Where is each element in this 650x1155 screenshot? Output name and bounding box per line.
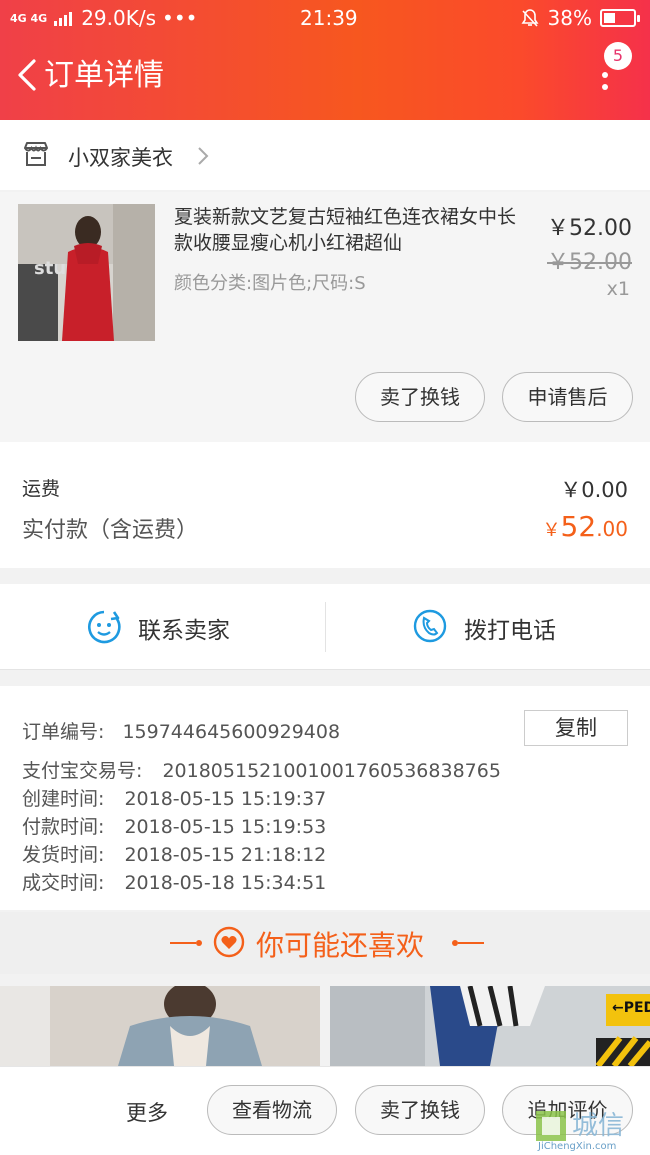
mute-bell-icon: [521, 9, 539, 27]
left-dash-icon: [170, 940, 202, 946]
paid-amount: ￥52.00: [542, 510, 628, 543]
created-time-label: 创建时间:: [22, 788, 105, 810]
status-dots: •••: [162, 6, 198, 30]
bottom-action-bar: 更多 查看物流 卖了换钱 追加评价 城信 JiChengXin.com: [0, 1066, 650, 1155]
product-title[interactable]: 夏装新款文艺复古短袖红色连衣裙女中长款收腰显瘦心机小红裙超仙: [174, 204, 524, 256]
call-phone-label: 拨打电话: [464, 618, 556, 644]
product-original-price: ￥52.00: [547, 250, 632, 275]
product-quantity: x1: [606, 278, 630, 300]
recommend-product-image[interactable]: ←PED: [330, 986, 650, 1066]
contact-section: 联系卖家 拨打电话: [0, 584, 650, 670]
view-logistics-button[interactable]: 查看物流: [207, 1085, 337, 1135]
watermark-logo-text: 城信: [572, 1111, 625, 1141]
sign-text: ←PED: [612, 1000, 650, 1016]
order-number-row: 订单编号: 159744645600929408: [22, 717, 340, 744]
store-icon: [24, 142, 48, 166]
network-speed: 29.0K/s: [81, 6, 157, 30]
paid-label: 实付款（含运费）: [22, 518, 199, 543]
shop-name[interactable]: 小双家美衣: [68, 142, 173, 172]
contact-seller-button[interactable]: 联系卖家: [0, 584, 325, 670]
more-menu-button[interactable]: 5: [588, 40, 638, 100]
heart-icon: [213, 926, 245, 958]
back-arrow-icon[interactable]: [12, 58, 42, 92]
contact-seller-label: 联系卖家: [138, 618, 230, 644]
sell-for-cash-button[interactable]: 卖了换钱: [355, 372, 485, 422]
sell-for-cash-button[interactable]: 卖了换钱: [355, 1085, 485, 1135]
message-badge: 5: [604, 42, 632, 70]
chevron-right-icon: [198, 147, 209, 165]
phone-icon: [413, 609, 447, 643]
right-dash-icon: [452, 940, 484, 946]
product-price: ￥52.00: [547, 216, 632, 241]
status-bar: 4G 4G 29.0K/s ••• 21:39 38%: [0, 0, 650, 34]
shipping-value: ￥0.00: [560, 478, 628, 502]
after-sale-button[interactable]: 申请售后: [502, 372, 633, 422]
done-time-label: 成交时间:: [22, 872, 105, 894]
order-item: stu 夏装新款文艺复古短袖红色连衣裙女中长款收腰显瘦心机小红裙超仙 颜色分类:…: [0, 192, 650, 442]
shipping-label: 运费: [22, 478, 61, 500]
shop-row[interactable]: 小双家美衣: [0, 120, 650, 190]
order-number-label: 订单编号:: [22, 721, 105, 743]
recommend-product-image[interactable]: [0, 986, 320, 1066]
network-indicator: 4G 4G: [10, 11, 48, 25]
shipped-time-row: 发货时间: 2018-05-15 21:18:12: [22, 840, 326, 867]
done-time-row: 成交时间: 2018-05-18 15:34:51: [22, 868, 326, 895]
watermark-logo: 城信 JiChengXin.com: [532, 1107, 648, 1153]
signal-icon: [54, 12, 73, 26]
order-info-section: 订单编号: 159744645600929408 复制 支付宝交易号: 2018…: [0, 686, 650, 910]
battery-percent: 38%: [547, 6, 592, 30]
chat-face-icon: [88, 610, 121, 644]
alipay-row: 支付宝交易号: 2018051521001001760536838765: [22, 756, 501, 783]
alipay-number: 2018051521001001760536838765: [162, 760, 501, 782]
battery-icon: [600, 9, 640, 27]
watermark-text: JiChengXin.com: [538, 1141, 617, 1152]
paid-time-row: 付款时间: 2018-05-15 15:19:53: [22, 812, 326, 839]
fee-section: 运费 ￥0.00 实付款（含运费） ￥52.00: [0, 442, 650, 568]
product-spec: 颜色分类:图片色;尺码:S: [174, 273, 366, 294]
app-header: 4G 4G 29.0K/s ••• 21:39 38% 订单详情 5: [0, 0, 650, 120]
created-time: 2018-05-15 15:19:37: [124, 788, 327, 810]
recommend-header: 你可能还喜欢: [0, 912, 650, 974]
clock: 21:39: [300, 6, 358, 30]
done-time: 2018-05-18 15:34:51: [124, 872, 327, 894]
alipay-label: 支付宝交易号:: [22, 760, 143, 782]
page-title: 订单详情: [44, 58, 164, 93]
paid-time-label: 付款时间:: [22, 816, 105, 838]
recommend-title: 你可能还喜欢: [256, 929, 425, 962]
call-phone-button[interactable]: 拨打电话: [326, 584, 650, 670]
paid-time: 2018-05-15 15:19:53: [124, 816, 327, 838]
created-time-row: 创建时间: 2018-05-15 15:19:37: [22, 784, 326, 811]
watermark-logo-icon: [536, 1111, 566, 1141]
order-number: 159744645600929408: [122, 721, 341, 743]
more-button[interactable]: 更多: [126, 1097, 168, 1127]
shipped-time-label: 发货时间:: [22, 844, 105, 866]
thumb-text: stu: [34, 258, 67, 279]
shipped-time: 2018-05-15 21:18:12: [124, 844, 327, 866]
copy-button[interactable]: 复制: [524, 710, 628, 746]
product-image[interactable]: stu: [18, 204, 155, 341]
